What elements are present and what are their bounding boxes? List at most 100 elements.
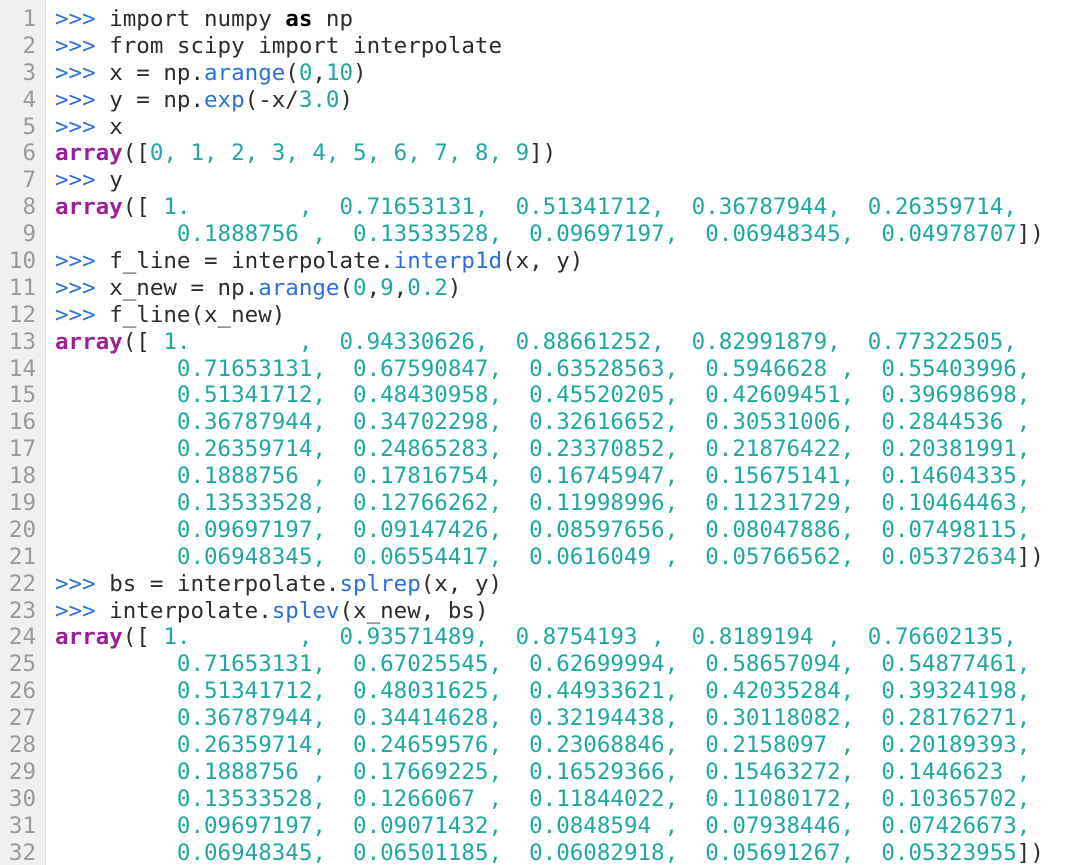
array-values: 1. , 0.71653131, 0.51341712, 0.36787944,… [163,194,1017,221]
line-number: 28 [8,732,36,759]
code-body[interactable]: >>> import numpy as np >>> from scipy im… [46,0,1080,865]
repl-prompt: >>> [55,6,96,32]
output-line: 0.06948345, 0.06501185, 0.06082918, 0.05… [55,840,1080,865]
number: 10 [325,59,354,86]
output-line: 0.36787944, 0.34702298, 0.32616652, 0.30… [55,409,1080,436]
code-line: >>> f_line(x_new) [55,302,1080,329]
array-values: 0.1888756 , 0.17669225, 0.16529366, 0.15… [176,758,1031,785]
code-text: (x, y) [420,570,503,597]
line-number: 25 [8,651,36,678]
code-text: x_new = np. [109,274,259,301]
code-text: ]) [1016,543,1044,570]
line-number: 9 [22,221,36,248]
line-number: 8 [22,194,36,221]
output-line: 0.36787944, 0.34414628, 0.32194438, 0.30… [55,705,1080,732]
code-text: y = np. [109,86,205,113]
line-number: 20 [8,516,36,543]
code-text: ]) [529,140,557,167]
code-text: ]) [1016,221,1044,248]
number: 0.2 [407,274,448,301]
array-keyword: array [55,624,123,651]
code-text: (-x/ [244,86,299,113]
code-text: ([ [122,328,164,355]
array-values: 0.36787944, 0.34414628, 0.32194438, 0.30… [176,705,1031,732]
output-line: 0.1888756 , 0.17816754, 0.16745947, 0.15… [55,463,1080,490]
output-line: 0.51341712, 0.48430958, 0.45520205, 0.42… [55,382,1080,409]
code-text: (x, y) [502,248,584,275]
output-line: 0.09697197, 0.09071432, 0.0848594 , 0.07… [55,813,1080,840]
code-text: (x_new, bs) [339,597,489,624]
line-number: 22 [8,570,36,597]
line-number: 18 [8,463,36,490]
array-values: 0.1888756 , 0.13533528, 0.09697197, 0.06… [176,221,1017,248]
line-number: 10 [8,248,36,275]
line-number: 1 [22,6,36,32]
line-number: 32 [8,839,36,865]
function-name: arange [258,274,340,301]
line-number: 19 [8,490,36,517]
code-text: , [312,59,326,86]
array-values: 0.1888756 , 0.17816754, 0.16745947, 0.15… [176,463,1031,490]
line-number: 6 [22,140,36,167]
output-line: array([ 1. , 0.94330626, 0.88661252, 0.8… [55,329,1080,356]
output-line: 0.26359714, 0.24659576, 0.23068846, 0.21… [55,732,1080,759]
line-number: 21 [8,543,36,570]
function-name: arange [204,59,286,86]
line-number: 12 [8,301,36,328]
code-line: >>> interpolate.splev(x_new, bs) [55,598,1080,625]
function-name: splev [271,597,340,624]
code-line: >>> bs = interpolate.splrep(x, y) [55,571,1080,598]
line-number: 4 [22,86,36,113]
code-line: >>> import numpy as np [55,6,1080,33]
output-line: 0.1888756 , 0.13533528, 0.09697197, 0.06… [55,221,1080,248]
line-number: 15 [8,382,36,409]
array-keyword: array [55,328,123,355]
output-line: 0.71653131, 0.67025545, 0.62699994, 0.58… [55,651,1080,678]
array-values: 0.13533528, 0.12766262, 0.11998996, 0.11… [176,490,1031,517]
array-keyword: array [55,194,123,221]
output-line: array([ 1. , 0.93571489, 0.8754193 , 0.8… [55,624,1080,651]
repl-prompt: >>> [55,32,96,59]
code-text: ]) [1016,839,1044,865]
repl-prompt: >>> [55,167,96,194]
code-text: ) [339,86,354,113]
line-number: 30 [8,785,36,812]
array-values: 0.06948345, 0.06501185, 0.06082918, 0.05… [176,839,1017,865]
line-number: 23 [8,597,36,624]
code-text: ([ [122,194,164,221]
line-number: 11 [8,274,36,301]
output-line: 0.71653131, 0.67590847, 0.63528563, 0.59… [55,356,1080,383]
code-text: x [109,113,123,140]
code-line: >>> f_line = interpolate.interp1d(x, y) [55,248,1080,275]
output-line: 0.09697197, 0.09147426, 0.08597656, 0.08… [55,517,1080,544]
array-values: 0.51341712, 0.48430958, 0.45520205, 0.42… [176,382,1031,409]
array-values: 1. , 0.93571489, 0.8754193 , 0.8189194 ,… [163,624,1017,651]
array-values: 0.26359714, 0.24865283, 0.23370852, 0.21… [176,436,1031,463]
code-text: ( [285,59,299,86]
array-values: 1. , 0.94330626, 0.88661252, 0.82991879,… [163,328,1017,355]
line-number: 3 [22,59,36,86]
output-line: 0.13533528, 0.12766262, 0.11998996, 0.11… [55,490,1080,517]
repl-prompt: >>> [55,59,96,86]
code-text: import numpy [109,6,286,32]
code-text: x = np. [109,59,205,86]
line-number: 16 [8,409,36,436]
code-text: f_line = interpolate. [109,248,394,275]
code-line: >>> from scipy import interpolate [55,33,1080,60]
line-number: 5 [22,113,36,140]
array-values: 0, 1, 2, 3, 4, 5, 6, 7, 8, 9 [149,140,530,167]
code-text: ) [353,59,367,86]
output-line: 0.1888756 , 0.17669225, 0.16529366, 0.15… [55,759,1080,786]
code-text: f_line(x_new) [109,301,286,328]
repl-prompt: >>> [55,248,96,275]
number: 9 [380,274,394,301]
line-number: 24 [8,624,36,651]
code-text: ( [339,274,354,301]
code-text: ([ [122,140,150,167]
number: 3.0 [298,86,340,113]
array-values: 0.06948345, 0.06554417, 0.0616049 , 0.05… [176,543,1017,570]
code-line: >>> y = np.exp(-x/3.0) [55,87,1080,114]
line-number: 14 [8,355,36,382]
function-name: splrep [339,570,421,597]
output-line: 0.26359714, 0.24865283, 0.23370852, 0.21… [55,436,1080,463]
